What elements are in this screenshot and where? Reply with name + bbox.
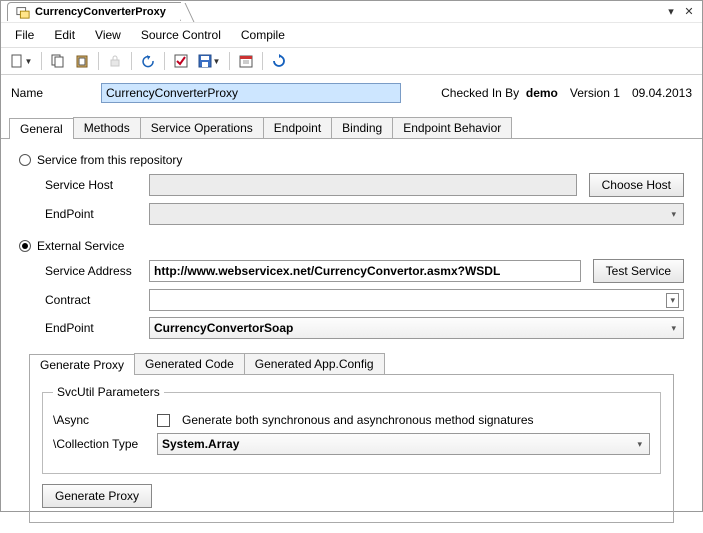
tab-service-operations[interactable]: Service Operations — [140, 117, 264, 138]
tab-endpoint-behavior[interactable]: Endpoint Behavior — [392, 117, 512, 138]
service-host-row: Service Host Choose Host — [45, 173, 684, 197]
separator — [131, 52, 132, 70]
repo-endpoint-label: EndPoint — [45, 207, 143, 221]
async-checkbox[interactable] — [157, 414, 170, 427]
test-service-button[interactable]: Test Service — [593, 259, 684, 283]
repo-service-radio-row: Service from this repository — [19, 153, 684, 167]
lock-button[interactable] — [105, 51, 125, 71]
generate-proxy-panel: SvcUtil Parameters \Async Generate both … — [29, 374, 674, 523]
window-menu-icon[interactable]: ▾ — [664, 5, 678, 19]
ext-endpoint-row: EndPoint CurrencyConvertorSoap▾ — [45, 317, 684, 339]
external-service-radio-row: External Service — [19, 239, 684, 253]
name-input[interactable] — [101, 83, 401, 103]
service-address-label: Service Address — [45, 264, 143, 278]
tab-binding[interactable]: Binding — [331, 117, 393, 138]
collection-combo[interactable]: System.Array▾ — [157, 433, 650, 455]
titlebar: CurrencyConverterProxy ▾ ✕ — [1, 1, 702, 23]
choose-host-button[interactable]: Choose Host — [589, 173, 684, 197]
separator — [41, 52, 42, 70]
ext-endpoint-combo[interactable]: CurrencyConvertorSoap▾ — [149, 317, 684, 339]
separator — [164, 52, 165, 70]
tab-endpoint[interactable]: Endpoint — [263, 117, 332, 138]
paste-button[interactable] — [72, 51, 92, 71]
contract-combo[interactable]: ▾ — [149, 289, 684, 311]
toolbar: ▼ ▼ — [1, 48, 702, 75]
menu-compile[interactable]: Compile — [233, 26, 293, 44]
svcutil-fieldset: SvcUtil Parameters \Async Generate both … — [42, 385, 661, 474]
copy-button[interactable] — [48, 51, 68, 71]
document-title: CurrencyConverterProxy — [35, 6, 166, 18]
separator — [98, 52, 99, 70]
async-checkbox-label: Generate both synchronous and asynchrono… — [182, 413, 534, 427]
document-tab[interactable]: CurrencyConverterProxy — [7, 2, 181, 21]
async-label: \Async — [53, 413, 151, 427]
repo-endpoint-combo: ▾ — [149, 203, 684, 225]
menu-source-control[interactable]: Source Control — [133, 26, 229, 44]
proxy-subtabs: Generate Proxy Generated Code Generated … — [29, 353, 684, 374]
repo-endpoint-row: EndPoint ▾ — [45, 203, 684, 225]
tab-general[interactable]: General — [9, 118, 74, 139]
name-label: Name — [11, 86, 91, 100]
main-tabstrip: General Methods Service Operations Endpo… — [1, 111, 702, 139]
async-row: \Async Generate both synchronous and asy… — [53, 413, 650, 427]
new-button[interactable]: ▼ — [7, 51, 35, 71]
undo-button[interactable] — [138, 51, 158, 71]
menubar: File Edit View Source Control Compile — [1, 23, 702, 48]
name-bar: Name Checked In By demo Version 1 09.04.… — [1, 75, 702, 111]
subtab-generated-config[interactable]: Generated App.Config — [244, 353, 385, 374]
service-address-input[interactable] — [149, 260, 581, 282]
menu-file[interactable]: File — [7, 26, 42, 44]
subtab-generated-code[interactable]: Generated Code — [134, 353, 245, 374]
repo-service-radio[interactable] — [19, 154, 31, 166]
check-button[interactable] — [171, 51, 191, 71]
ext-endpoint-label: EndPoint — [45, 321, 143, 335]
calendar-button[interactable] — [236, 51, 256, 71]
subtab-generate-proxy[interactable]: Generate Proxy — [29, 354, 135, 375]
service-host-input — [149, 174, 577, 196]
external-service-label: External Service — [37, 239, 124, 253]
save-button[interactable]: ▼ — [195, 51, 223, 71]
general-panel: Service from this repository Service Hos… — [1, 139, 702, 533]
collection-label: \Collection Type — [53, 437, 151, 451]
tab-methods[interactable]: Methods — [73, 117, 141, 138]
separator — [262, 52, 263, 70]
generate-proxy-button[interactable]: Generate Proxy — [42, 484, 152, 508]
service-host-label: Service Host — [45, 178, 143, 192]
refresh-button[interactable] — [269, 51, 289, 71]
meta-info: Checked In By demo Version 1 09.04.2013 — [441, 86, 692, 100]
separator — [229, 52, 230, 70]
collection-row: \Collection Type System.Array▾ — [53, 433, 650, 455]
proxy-icon — [16, 5, 30, 19]
contract-label: Contract — [45, 293, 143, 307]
external-service-radio[interactable] — [19, 240, 31, 252]
menu-edit[interactable]: Edit — [46, 26, 83, 44]
menu-view[interactable]: View — [87, 26, 129, 44]
repo-service-label: Service from this repository — [37, 153, 182, 167]
contract-row: Contract ▾ — [45, 289, 684, 311]
close-icon[interactable]: ✕ — [682, 5, 696, 19]
svcutil-legend: SvcUtil Parameters — [53, 385, 164, 399]
service-address-row: Service Address Test Service — [45, 259, 684, 283]
